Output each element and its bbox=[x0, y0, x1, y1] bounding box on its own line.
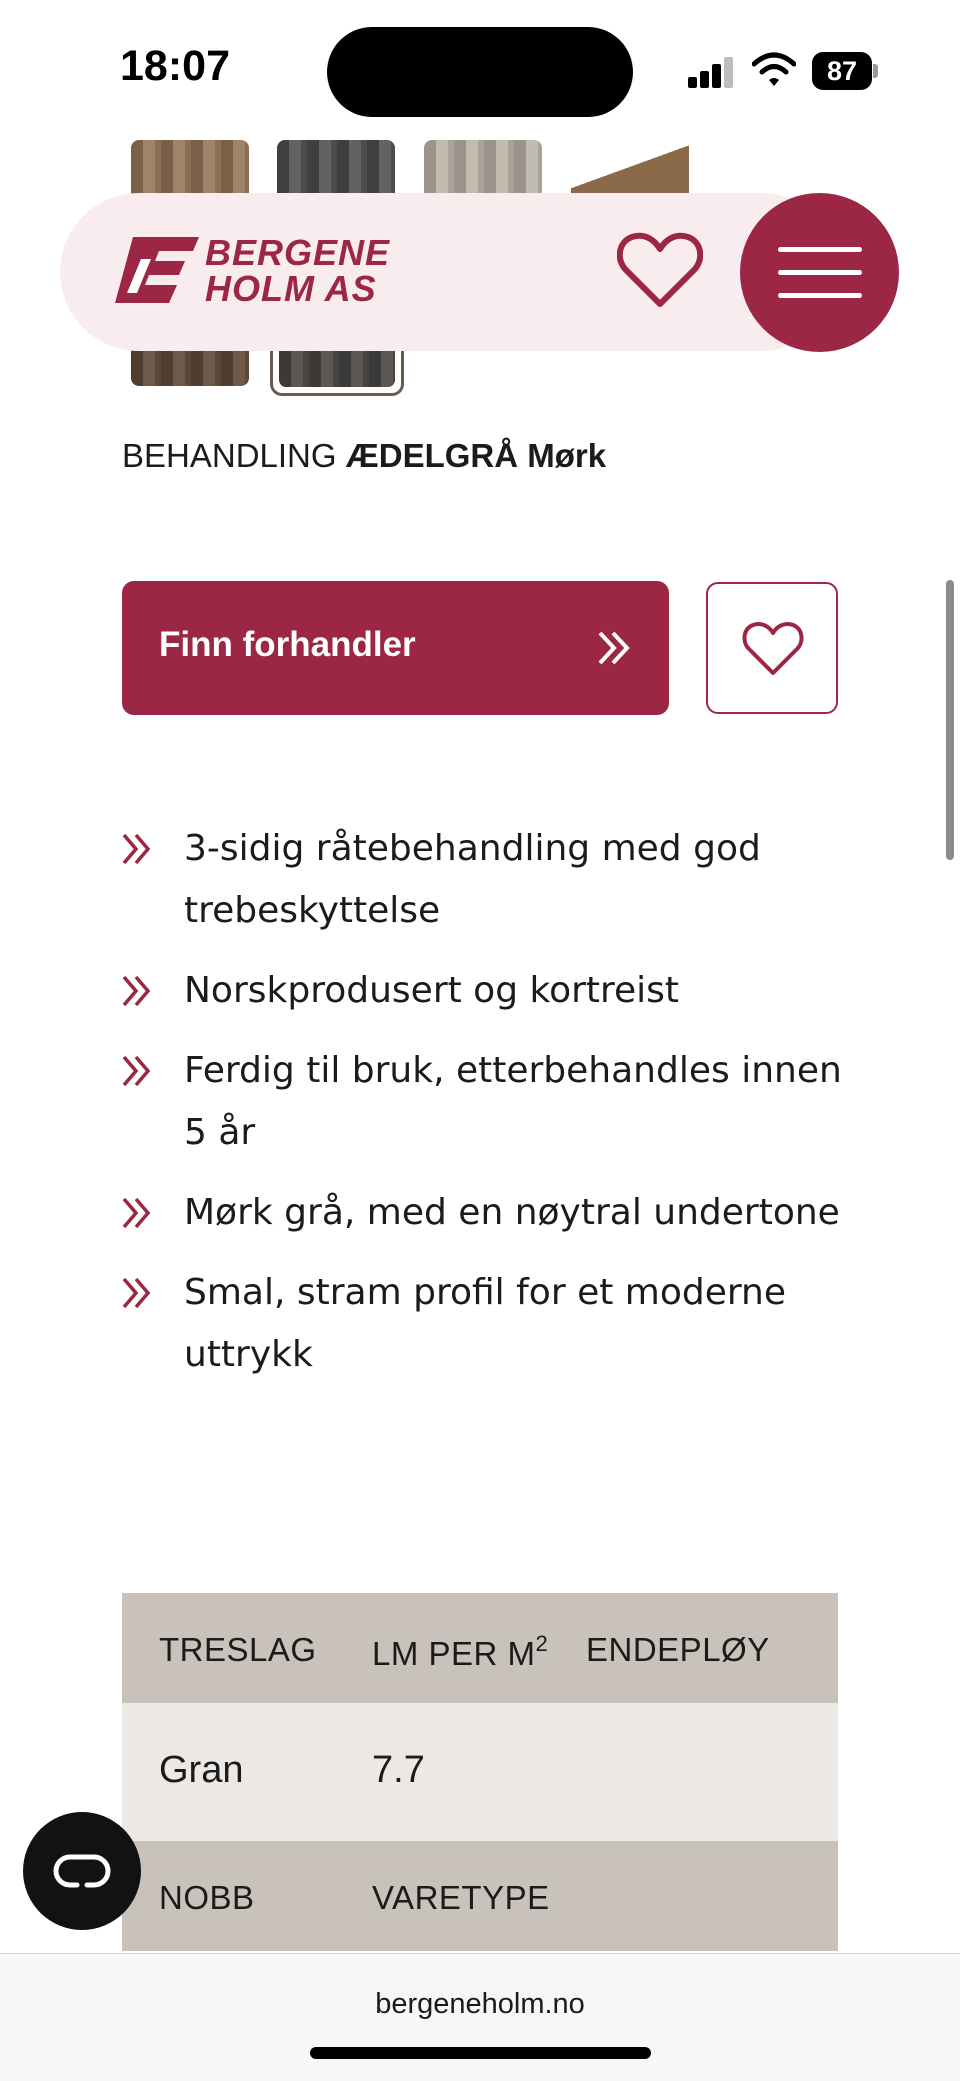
treatment-label: BEHANDLING bbox=[122, 437, 337, 474]
feature-text: 3-sidig råtebehandling med god trebeskyt… bbox=[184, 828, 761, 931]
battery-icon: 87 bbox=[812, 52, 878, 90]
favorites-heart-icon[interactable] bbox=[617, 230, 703, 310]
find-dealer-button[interactable]: Finn forhandler bbox=[122, 581, 669, 715]
treatment-value: ÆDELGRÅ Mørk bbox=[345, 437, 607, 474]
add-to-favorites-button[interactable] bbox=[706, 582, 838, 714]
spec-header-nobb: NOBB bbox=[159, 1879, 255, 1916]
home-indicator[interactable] bbox=[310, 2047, 651, 2059]
logo-mark-icon bbox=[115, 237, 199, 303]
double-chevron-right-icon bbox=[598, 631, 630, 665]
spec-value-treslag: Gran bbox=[159, 1749, 244, 1791]
feature-text: Ferdig til bruk, etterbehandles innen 5 … bbox=[184, 1050, 842, 1153]
chat-button[interactable] bbox=[23, 1812, 141, 1930]
spec-header-varetype: VARETYPE bbox=[372, 1879, 550, 1916]
feature-text: Norskprodusert og kortreist bbox=[184, 970, 680, 1011]
brand-logo[interactable]: BERGENE HOLM AS bbox=[113, 235, 433, 311]
logo-line-2: HOLM AS bbox=[205, 268, 377, 309]
treatment-line: BEHANDLING ÆDELGRÅ Mørk bbox=[122, 437, 606, 475]
feature-text: Smal, stram profil for et moderne uttryk… bbox=[184, 1272, 786, 1375]
spec-value-lm-per-m2: 7.7 bbox=[372, 1749, 425, 1791]
status-time: 18:07 bbox=[120, 42, 230, 90]
double-chevron-right-icon bbox=[122, 1197, 151, 1229]
spec-value-row: Gran 7.7 bbox=[122, 1703, 838, 1841]
browser-address-bar[interactable]: bergeneholm.no bbox=[0, 1953, 960, 2081]
double-chevron-right-icon bbox=[122, 1277, 151, 1309]
cellular-signal-icon bbox=[688, 56, 734, 88]
spec-header-treslag: TRESLAG bbox=[159, 1631, 317, 1668]
find-dealer-label: Finn forhandler bbox=[159, 625, 416, 664]
double-chevron-right-icon bbox=[122, 1055, 151, 1087]
menu-button[interactable] bbox=[740, 193, 899, 352]
spec-header-endeploy: ENDEPLØY bbox=[586, 1631, 770, 1668]
dynamic-island bbox=[327, 27, 633, 117]
feature-item: Mørk grå, med en nøytral undertone bbox=[118, 1182, 858, 1244]
feature-item: Smal, stram profil for et moderne uttryk… bbox=[118, 1262, 858, 1386]
spec-header-row: NOBB VARETYPE bbox=[122, 1841, 838, 1951]
url-text[interactable]: bergeneholm.no bbox=[0, 1988, 960, 2021]
spec-header-row: TRESLAG LM PER M2 ENDEPLØY bbox=[122, 1593, 838, 1703]
feature-item: Ferdig til bruk, etterbehandles innen 5 … bbox=[118, 1040, 858, 1164]
spec-header-lm-per-m2: LM PER M2 bbox=[372, 1631, 549, 1672]
heart-icon bbox=[742, 622, 804, 675]
feature-list: 3-sidig råtebehandling med god trebeskyt… bbox=[118, 818, 858, 1404]
feature-text: Mørk grå, med en nøytral undertone bbox=[184, 1192, 840, 1233]
logo-line-1: BERGENE bbox=[205, 232, 391, 273]
battery-level: 87 bbox=[812, 52, 872, 90]
wifi-icon bbox=[752, 52, 796, 86]
double-chevron-right-icon bbox=[122, 833, 151, 865]
feature-item: Norskprodusert og kortreist bbox=[118, 960, 858, 1022]
hamburger-icon bbox=[778, 247, 862, 252]
double-chevron-right-icon bbox=[122, 975, 151, 1007]
page-scrollbar[interactable] bbox=[946, 580, 954, 860]
spec-table: TRESLAG LM PER M2 ENDEPLØY Gran 7.7 NOBB… bbox=[122, 1593, 838, 1951]
feature-item: 3-sidig råtebehandling med god trebeskyt… bbox=[118, 818, 858, 942]
chat-link-icon bbox=[53, 1854, 111, 1888]
